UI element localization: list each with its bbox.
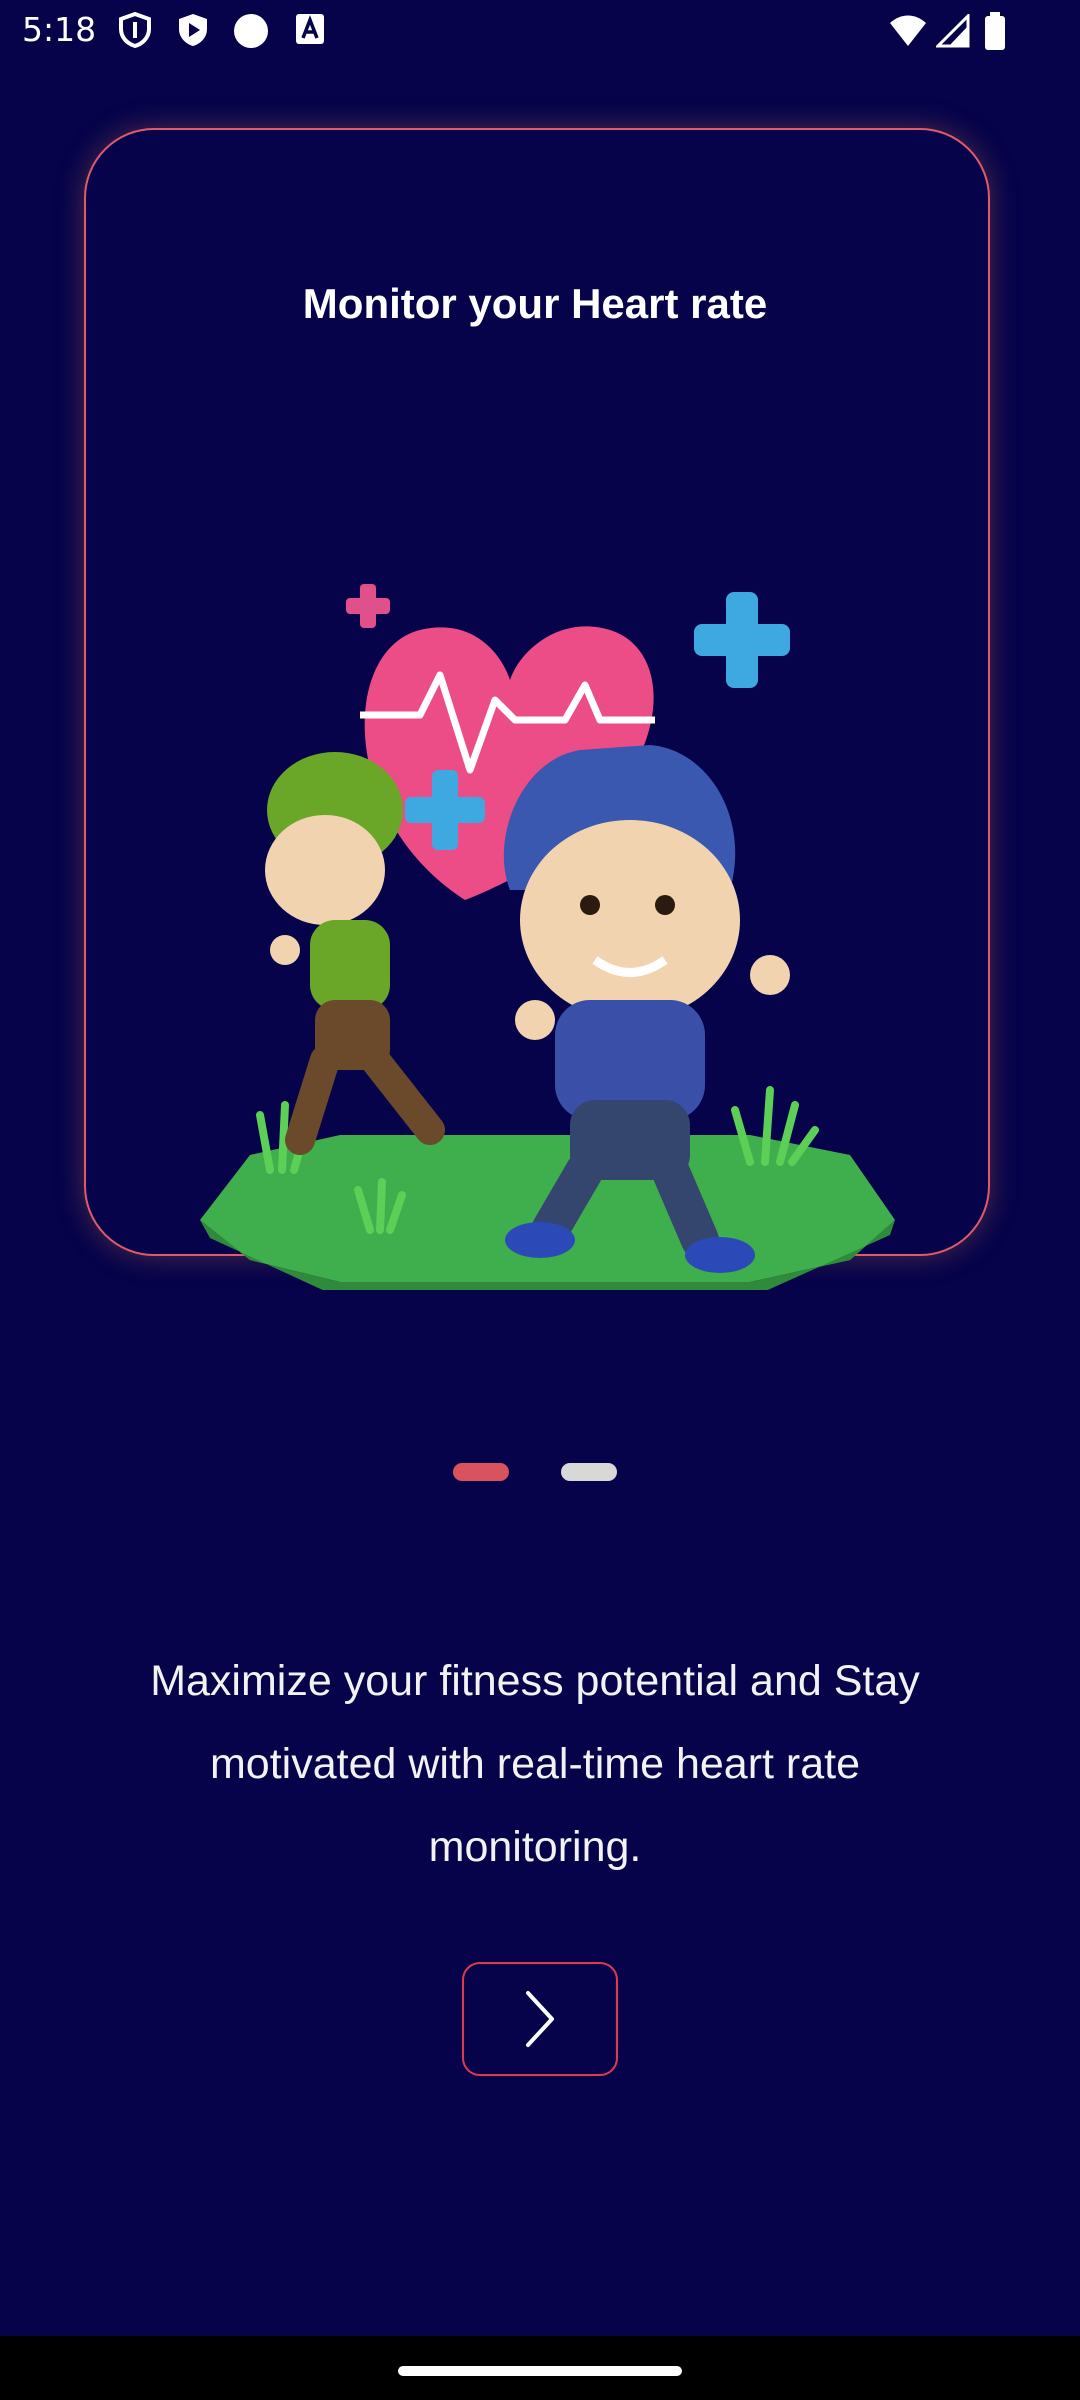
status-bar: 5:18: [0, 0, 1080, 62]
shield-icon: [119, 12, 151, 48]
circle-icon: [234, 14, 268, 48]
heart-rate-runners-illustration: [200, 584, 895, 1290]
page-indicator-active: [453, 1463, 509, 1481]
play-protect-icon: [179, 14, 207, 46]
onboarding-description: Maximize your fitness potential and Stay…: [150, 1657, 920, 1871]
font-icon: [296, 14, 324, 44]
battery-icon: [985, 12, 1005, 50]
wifi-icon: [890, 15, 926, 46]
onboarding-screen: 5:18 Monitor your Heart rate Maximize yo…: [0, 0, 1080, 2400]
chevron-right-icon: [526, 1991, 554, 2047]
signal-icon: [936, 14, 970, 48]
card-title: Monitor your Heart rate: [302, 280, 768, 327]
status-time: 5:18: [22, 10, 97, 49]
next-button[interactable]: [462, 1962, 618, 2076]
page-indicator-inactive: [561, 1463, 617, 1481]
home-gesture-handle[interactable]: [398, 2366, 682, 2376]
